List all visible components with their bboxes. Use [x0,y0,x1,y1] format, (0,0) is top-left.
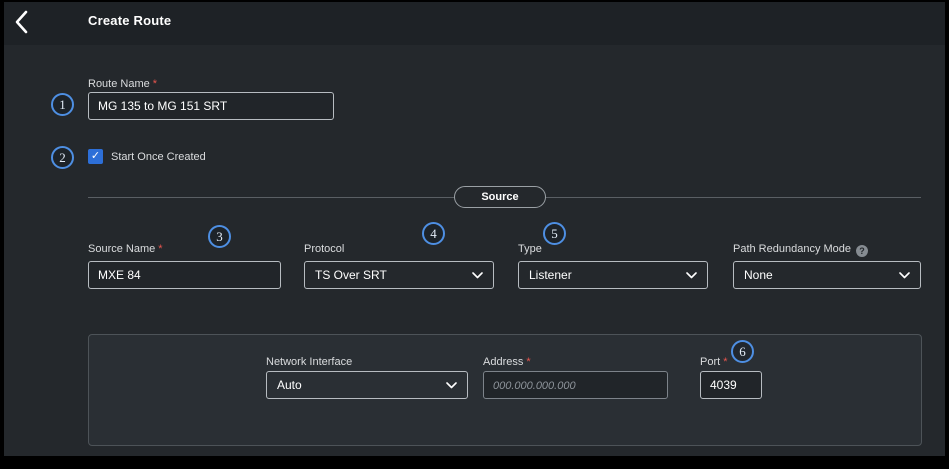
address-input[interactable] [483,371,668,399]
back-button[interactable] [6,6,36,38]
check-icon: ✓ [91,151,100,162]
required-asterisk: * [723,356,727,368]
page-title: Create Route [88,13,171,28]
protocol-label: Protocol [304,243,344,255]
start-once-created-label: Start Once Created [111,151,206,163]
route-name-input[interactable] [88,92,334,120]
network-interface-label: Network Interface [266,356,352,368]
chevron-down-icon [899,272,910,279]
annotation-6: 6 [731,340,754,363]
source-name-label: Source Name* [88,243,163,255]
chevron-down-icon [686,272,697,279]
path-redundancy-selected-value: None [744,268,773,282]
protocol-select[interactable]: TS Over SRT [304,261,494,289]
source-name-input[interactable] [88,261,281,289]
chevron-left-icon [13,9,29,35]
annotation-1: 1 [51,93,74,116]
required-asterisk: * [158,243,162,255]
annotation-2: 2 [51,146,74,169]
path-redundancy-mode-select[interactable]: None [733,261,921,289]
help-icon[interactable]: ? [856,245,868,257]
protocol-selected-value: TS Over SRT [315,268,387,282]
source-section-label: Source [481,191,518,203]
source-section-pill: Source [454,186,546,208]
port-input[interactable] [700,371,762,399]
annotation-5: 5 [543,222,566,245]
route-name-label: Route Name* [88,78,157,90]
chevron-down-icon [446,382,457,389]
port-label: Port* [700,356,727,368]
type-label: Type [518,243,542,255]
network-interface-selected-value: Auto [277,378,302,392]
chevron-down-icon [472,272,483,279]
annotation-3: 3 [208,225,231,248]
type-selected-value: Listener [529,268,572,282]
annotation-4: 4 [422,222,445,245]
address-label: Address* [483,356,531,368]
path-redundancy-mode-label: Path Redundancy Mode? [733,243,868,257]
type-select[interactable]: Listener [518,261,708,289]
required-asterisk: * [153,78,157,90]
start-once-created-checkbox[interactable]: ✓ [88,149,103,164]
required-asterisk: * [526,356,530,368]
network-interface-select[interactable]: Auto [266,371,468,399]
